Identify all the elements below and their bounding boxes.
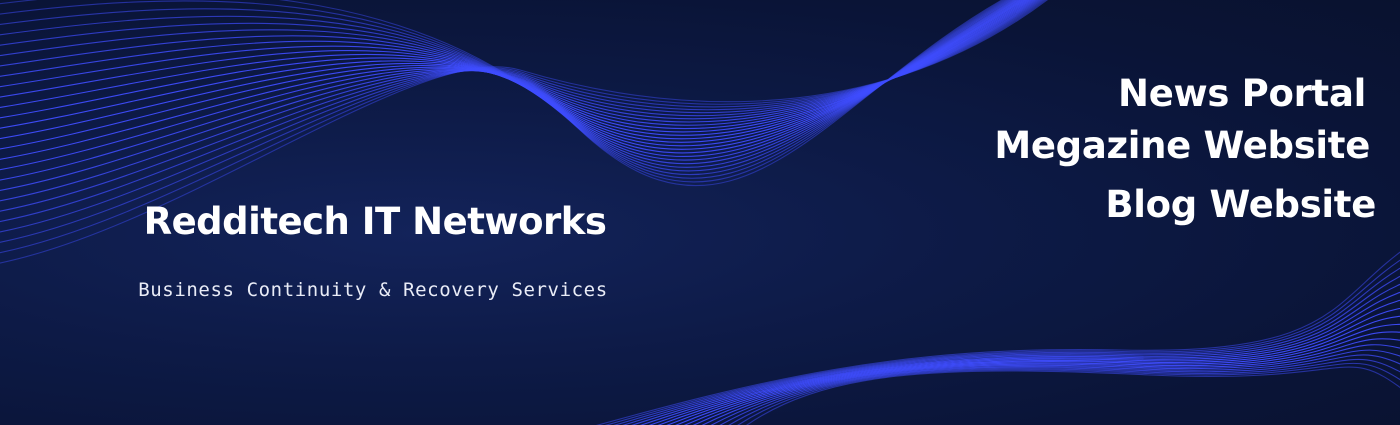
wave-line	[0, 0, 1038, 202]
offering-news-portal: News Portal	[1118, 72, 1366, 115]
wave-line	[0, 0, 1022, 150]
company-name: Redditech IT Networks	[143, 200, 607, 243]
offering-blog-website: Blog Website	[1105, 183, 1376, 226]
wave-line	[648, 299, 1400, 425]
wave-line	[596, 251, 1400, 425]
hero-banner: Redditech IT Networks Business Continuit…	[0, 0, 1400, 425]
company-tagline: Business Continuity & Recovery Services	[138, 279, 608, 301]
wave-line	[675, 323, 1400, 425]
wave-line	[683, 331, 1400, 425]
bottom-wave-lines	[596, 251, 1400, 425]
offering-megazine-website: Megazine Website	[994, 124, 1370, 167]
